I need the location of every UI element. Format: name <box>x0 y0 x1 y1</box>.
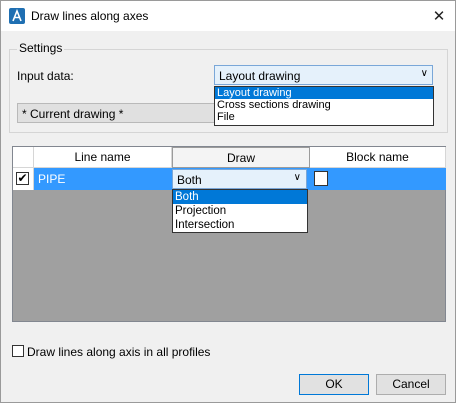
option-both[interactable]: Both <box>173 190 307 204</box>
option-intersection[interactable]: Intersection <box>173 218 307 232</box>
settings-group-label: Settings <box>17 41 65 55</box>
chevron-down-icon: ∨ <box>420 68 428 79</box>
line-name-cell[interactable]: PIPE <box>34 168 172 190</box>
input-data-options-list[interactable]: Layout drawing Cross sections drawing Fi… <box>214 86 434 126</box>
table-row[interactable]: ✔ PIPE Both ∨ <box>13 168 446 190</box>
header-block-name[interactable]: Block name <box>310 147 446 168</box>
header-line-name[interactable]: Line name <box>34 147 172 168</box>
input-data-label: Input data: <box>17 69 74 83</box>
line-name-value: PIPE <box>38 172 66 186</box>
app-logo-icon <box>9 8 25 24</box>
option-layout-drawing[interactable]: Layout drawing <box>215 87 433 99</box>
draw-value: Both <box>177 173 202 187</box>
window-title: Draw lines along axes <box>31 9 149 23</box>
chevron-down-icon: ∨ <box>293 172 301 183</box>
title-bar: Draw lines along axes ✕ <box>1 1 455 31</box>
current-drawing-field[interactable]: * Current drawing * <box>17 103 217 123</box>
row-check-cell: ✔ <box>13 168 34 190</box>
lines-grid[interactable]: Line name Draw Block name ✔ PIPE Both ∨ <box>12 146 446 322</box>
header-draw[interactable]: Draw <box>172 147 310 168</box>
option-file[interactable]: File <box>215 111 433 123</box>
all-profiles-checkbox[interactable] <box>12 345 24 357</box>
close-icon[interactable]: ✕ <box>423 1 455 31</box>
dialog-window: Draw lines along axes ✕ Settings Input d… <box>0 0 456 403</box>
ok-button[interactable]: OK <box>299 374 369 395</box>
block-name-checkbox[interactable] <box>314 171 328 186</box>
option-projection[interactable]: Projection <box>173 204 307 218</box>
all-profiles-label[interactable]: Draw lines along axis in all profiles <box>27 345 210 359</box>
input-data-dropdown[interactable]: Layout drawing ∨ <box>214 65 433 85</box>
current-drawing-text: * Current drawing * <box>22 107 124 121</box>
row-checkbox[interactable]: ✔ <box>16 172 29 185</box>
draw-dropdown[interactable]: Both ∨ <box>172 169 307 189</box>
option-cross-sections-drawing[interactable]: Cross sections drawing <box>215 99 433 111</box>
block-name-cell[interactable] <box>310 168 446 190</box>
input-data-value: Layout drawing <box>219 69 301 83</box>
draw-options-list[interactable]: Both Projection Intersection <box>172 189 308 233</box>
draw-cell[interactable]: Both ∨ <box>172 168 310 190</box>
header-checkbox-column <box>13 147 34 168</box>
cancel-button[interactable]: Cancel <box>376 374 446 395</box>
